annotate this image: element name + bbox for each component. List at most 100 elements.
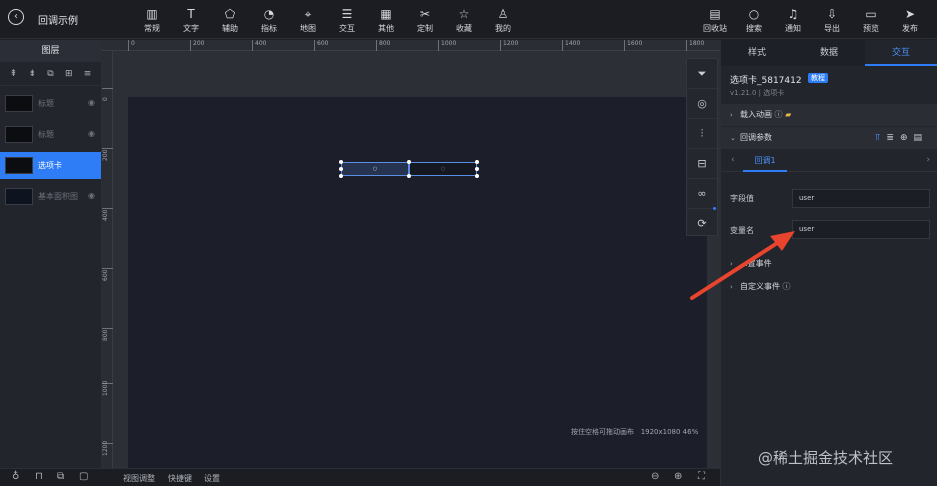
tool-favorites[interactable]: ☆ 收藏 [447,6,481,34]
recycle-bin-button[interactable]: ▤ 回收站 [698,6,732,34]
table-icon[interactable]: ⊟ [687,149,717,179]
resize-handle[interactable] [475,174,479,178]
tool-text[interactable]: T 文字 [174,6,208,34]
layers-title: 图层 [0,40,101,62]
chevron-right-icon[interactable]: › [926,155,930,165]
indicator-icon: ◔ [263,7,275,21]
filter-icon[interactable]: ⏷ [687,59,717,89]
delete-icon[interactable]: ▢ [79,471,88,482]
tab-style[interactable]: 样式 [721,40,793,66]
link-icon[interactable]: ∞ [687,179,717,209]
back-button[interactable]: ‹ [8,9,24,25]
list-view-icon[interactable]: ≡ [84,69,92,79]
resize-handle[interactable] [339,167,343,171]
ruler-tick: 400 [102,208,113,221]
page-title: 回调示例 [38,16,78,27]
move-bottom-icon[interactable]: ⇟ [28,69,36,79]
ruler-tick: 1400 [562,40,580,51]
lightbulb-icon[interactable]: ♁ [12,471,19,482]
resize-handle[interactable] [339,160,343,164]
ungroup-icon[interactable]: ⊞ [65,69,73,79]
text-icon: T [187,7,195,21]
tool-assist[interactable]: ⬠ 辅助 [213,6,247,34]
tool-indicator[interactable]: ◔ 指标 [252,6,286,34]
custom-event-section[interactable]: › 自定义事件 ⓘ [721,276,937,298]
fit-screen-icon[interactable]: ⛶ [698,471,705,482]
refresh-icon[interactable]: ⟳ [687,209,717,239]
tab-callback-1[interactable]: 回调1 [743,150,787,172]
preview-button[interactable]: ▭ 预览 [854,6,888,34]
layer-item[interactable]: 基本面积图 ◉ [0,183,101,210]
tool-mine[interactable]: ♙ 我的 [486,6,520,34]
component-name: 选项卡_5817412 [730,76,802,86]
variable-name-input[interactable]: user [792,220,930,239]
ruler-tick: 800 [376,40,390,51]
chevron-left-icon[interactable]: ‹ [731,155,735,165]
user-icon: ♙ [497,7,509,21]
callback-params-section[interactable]: ⌄ 回调参数 ⫪≣⊕▤ [721,127,937,149]
resize-handle[interactable] [407,160,411,164]
resize-handle[interactable] [475,167,479,171]
eye-icon[interactable]: ◉ [88,129,95,138]
layer-item[interactable]: 标题 ◉ [0,121,101,148]
ruler-tick: 1800 [686,40,704,51]
help-icon[interactable]: ⓘ [775,110,783,119]
group-icon[interactable]: ⧉ [47,69,53,79]
canvas-hint: 按住空格可拖动画布 1920x1080 46% [571,428,699,436]
tab-component-item[interactable]: ○ [409,162,477,176]
export-button[interactable]: ⇩ 导出 [815,6,849,34]
view-adjust-button[interactable]: 视图调整 [123,473,155,484]
layer-name: 标题 [38,130,54,139]
pin-icon[interactable]: ⫪ [875,133,886,143]
zoom-out-icon[interactable]: ⊖ [651,471,659,482]
sliders-icon[interactable]: ⫶ [687,119,717,149]
tutorial-badge[interactable]: 教程 [808,73,828,83]
layer-item[interactable]: 标题 ◉ [0,90,101,117]
tab-data[interactable]: 数据 [793,40,865,66]
layer-item-selected[interactable]: 选项卡 [0,152,101,179]
callback-tabs: ‹ 回调1 › [721,150,937,172]
tool-general[interactable]: ▥ 常规 [135,6,169,34]
star-icon: ☆ [458,7,470,21]
shapes-icon: ⬠ [224,7,236,21]
tool-other[interactable]: ▦ 其他 [369,6,403,34]
list-icon[interactable]: ≣ [886,133,900,143]
help-icon[interactable]: ⓘ [780,282,791,291]
event-section[interactable]: › ...置事件 [721,253,937,275]
delete-icon[interactable]: ▤ [913,133,928,143]
load-animation-section[interactable]: › 载入动画 ⓘ ▰ [721,104,937,126]
eye-icon[interactable]: ◉ [88,98,95,107]
field-value-input[interactable]: user [792,189,930,208]
palette-icon[interactable]: ◎ [687,89,717,119]
publish-button[interactable]: ➤ 发布 [893,6,927,34]
zoom-in-icon[interactable]: ⊕ [674,471,682,482]
tool-custom[interactable]: ✂ 定制 [408,6,442,34]
watermark: @稀土掘金技术社区 [758,449,894,467]
search-button[interactable]: ○ 搜索 [737,6,771,34]
ruler-tick: 1000 [438,40,456,51]
tab-interaction[interactable]: 交互 [865,40,937,66]
ruler-tick: 800 [102,328,113,341]
tab-component-item[interactable]: ○ [341,162,409,176]
bell-icon: ♫ [787,7,799,21]
screen-canvas[interactable]: ○ ○ [128,97,707,472]
canvas-workspace[interactable]: ○ ○ 按住空格可拖动画布 1920x1080 46% [113,51,720,472]
resize-handle[interactable] [475,160,479,164]
copy-icon[interactable]: ⧉ [57,471,64,482]
tool-interaction[interactable]: ☰ 交互 [330,6,364,34]
lock-icon[interactable]: ⊓ [35,471,43,482]
send-icon: ➤ [904,7,916,21]
resize-handle[interactable] [407,174,411,178]
variable-name-label: 变量名 [730,226,754,235]
settings-button[interactable]: 设置 [204,473,220,484]
add-icon[interactable]: ⊕ [900,133,914,143]
notifications-button[interactable]: ♫ 通知 [776,6,810,34]
resize-handle[interactable] [339,174,343,178]
shortcuts-button[interactable]: 快捷键 [168,473,192,484]
component-version: v1.21.0 | 选项卡 [730,89,785,97]
layer-name: 选项卡 [38,161,62,170]
map-pin-icon: ⌖ [304,7,312,21]
move-top-icon[interactable]: ⇞ [10,69,18,79]
eye-icon[interactable]: ◉ [88,191,95,200]
tool-map[interactable]: ⌖ 地图 [291,6,325,34]
